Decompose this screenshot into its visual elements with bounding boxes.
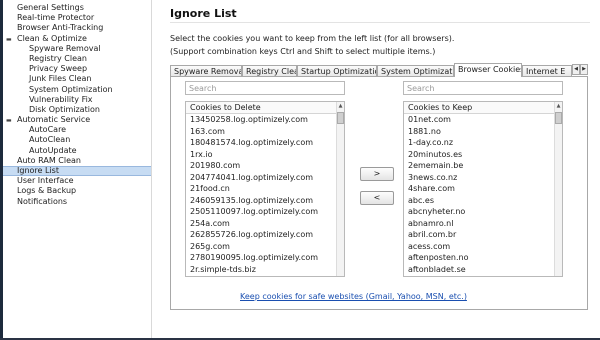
cookies-to-delete-list[interactable]: Cookies to Delete 13450258.log.optimizel…	[185, 101, 345, 277]
keep-list-search-input[interactable]	[403, 81, 563, 95]
tab-scroll-right-icon[interactable]: ▶	[580, 64, 588, 75]
list-header: Cookies to Delete	[186, 102, 344, 114]
sidebar-item-label: AutoUpdate	[29, 145, 77, 155]
cookies-to-keep-list[interactable]: Cookies to Keep 01net.com 1881.no 1-day.co…	[403, 101, 563, 277]
cookie-list-item[interactable]: 3news.co.nz	[404, 172, 562, 184]
sidebar-item-automatic-service[interactable]: ▬ Automatic Service	[3, 115, 151, 125]
cookie-list-item[interactable]: 1rx.io	[186, 149, 344, 161]
sidebar-item-clean-optimize[interactable]: ▬ Clean & Optimize	[3, 34, 151, 44]
sidebar-item-label: Automatic Service	[17, 115, 91, 125]
cookie-list-item[interactable]: 204774041.log.optimizely.com	[186, 172, 344, 184]
sidebar-item-disk-optimization[interactable]: Disk Optimization	[3, 105, 151, 115]
sidebar-item-label: AutoCare	[29, 125, 67, 135]
cookie-list-item[interactable]: 265g.com	[186, 241, 344, 253]
sidebar-item-autocare[interactable]: AutoCare	[3, 125, 151, 135]
scroll-thumb[interactable]	[337, 112, 344, 124]
sidebar-item-autoupdate[interactable]: AutoUpdate	[3, 146, 151, 156]
sidebar-item-logs-backup[interactable]: Logs & Backup	[3, 186, 151, 196]
cookie-list-item[interactable]: abnamro.nl	[404, 218, 562, 230]
sidebar-item-label: General Settings	[17, 3, 84, 12]
sidebar-item-label: AutoClean	[29, 135, 71, 145]
cookie-list-item[interactable]: 1881.no	[404, 126, 562, 138]
list-header: Cookies to Keep	[404, 102, 562, 114]
main-content: Ignore List Select the cookies you want …	[152, 0, 600, 338]
cookie-list-item[interactable]: 262855726.log.optimizely.com	[186, 229, 344, 241]
delete-list-scrollbar[interactable]: ▲	[336, 102, 344, 276]
description-line: Select the cookies you want to keep from…	[170, 34, 455, 43]
cookie-list-item[interactable]: 180481574.log.optimizely.com	[186, 137, 344, 149]
sidebar-item-label: User Interface	[17, 176, 74, 186]
keep-list-scrollbar[interactable]: ▲	[554, 102, 562, 276]
sidebar-item-label: Clean & Optimize	[17, 33, 87, 43]
description-line: (Support combination keys Ctrl and Shift…	[170, 47, 436, 56]
cookie-list-item[interactable]: 1-day.co.nz	[404, 137, 562, 149]
cookie-list-item[interactable]: 4share.com	[404, 183, 562, 195]
sidebar-item-registry-clean[interactable]: Registry Clean	[3, 54, 151, 64]
sidebar-item-label: Notifications	[17, 196, 68, 206]
page-description: Select the cookies you want to keep from…	[170, 32, 454, 58]
sidebar-item-label: Junk Files Clean	[29, 74, 92, 84]
sidebar-item-label: Real-time Protector	[17, 13, 95, 23]
sidebar-item-label: Vulnerability Fix	[29, 94, 93, 104]
cookie-items: 01net.com 1881.no 1-day.co.nz 20minutos.es 2…	[404, 114, 562, 275]
cookie-list-item[interactable]: 13450258.log.optimizely.com	[186, 114, 344, 126]
sidebar-item-label: Disk Optimization	[29, 104, 100, 114]
cookie-list-item[interactable]: 2ememain.be	[404, 160, 562, 172]
delete-list-search-input[interactable]	[185, 81, 345, 95]
cookie-list-item[interactable]: 2780190095.log.optimizely.com	[186, 252, 344, 264]
cookie-list-item[interactable]: aftenposten.no	[404, 252, 562, 264]
cookie-list-item[interactable]: 2r.simple-tds.biz	[186, 264, 344, 276]
sidebar-item-label: Privacy Sweep	[29, 64, 88, 74]
sidebar-item-label: Browser Anti-Tracking	[17, 23, 104, 33]
cookie-list-item[interactable]: 2505110097.log.optimizely.com	[186, 206, 344, 218]
tab-scroll-left-icon[interactable]: ◀	[572, 64, 580, 75]
sidebar-item-system-optimization[interactable]: System Optimization	[3, 85, 151, 95]
cookie-list-item[interactable]: aftonbladet.se	[404, 264, 562, 276]
cookie-list-item[interactable]: 163.com	[186, 126, 344, 138]
sidebar-item-autoclean[interactable]: AutoClean	[3, 135, 151, 145]
sidebar-item-label: System Optimization	[29, 84, 113, 94]
tab-browser-cookies[interactable]: Browser Cookies	[454, 63, 522, 77]
cookie-list-item[interactable]: 01net.com	[404, 114, 562, 126]
ignore-list-tabs: Spyware Removal Registry Clean Startup O…	[170, 63, 588, 77]
scroll-up-icon[interactable]: ▲	[555, 102, 562, 110]
cookie-list-item[interactable]: abril.com.br	[404, 229, 562, 241]
sidebar-item-general-settings[interactable]: General Settings	[3, 3, 151, 13]
cookie-list-item[interactable]: 254a.com	[186, 218, 344, 230]
move-to-delete-button[interactable]: <	[360, 191, 394, 205]
cookie-list-item[interactable]: 246059135.log.optimizely.com	[186, 195, 344, 207]
cookie-list-item[interactable]: abcnyheter.no	[404, 206, 562, 218]
page-title: Ignore List	[170, 7, 237, 20]
sidebar-item-vulnerability-fix[interactable]: Vulnerability Fix	[3, 95, 151, 105]
sidebar-item-spyware-removal[interactable]: Spyware Removal	[3, 44, 151, 54]
settings-tree: General Settings Real-time Protector Bro…	[3, 0, 151, 207]
keep-safe-cookies-link[interactable]: Keep cookies for safe websites (Gmail, Y…	[240, 292, 467, 301]
sidebar-item-notifications[interactable]: Notifications	[3, 197, 151, 207]
move-to-keep-button[interactable]: >	[360, 167, 394, 181]
cookie-list-item[interactable]: 21food.cn	[186, 183, 344, 195]
sidebar-item-label: Ignore List	[17, 166, 59, 175]
cookie-list-item[interactable]: abc.es	[404, 195, 562, 207]
sidebar-item-label: Logs & Backup	[17, 186, 77, 196]
tab-scroll-arrows: ◀ ▶	[572, 64, 588, 75]
browser-cookies-panel: Cookies to Delete 13450258.log.optimizel…	[170, 76, 588, 310]
sidebar-item-junk-files-clean[interactable]: Junk Files Clean	[3, 74, 151, 84]
title-divider	[170, 22, 590, 23]
scroll-up-icon[interactable]: ▲	[337, 102, 344, 110]
scroll-thumb[interactable]	[555, 112, 562, 124]
cookie-list-item[interactable]: acess.com	[404, 241, 562, 253]
cookie-items: 13450258.log.optimizely.com 163.com 180481…	[186, 114, 344, 275]
sidebar-item-browser-anti-tracking[interactable]: Browser Anti-Tracking	[3, 23, 151, 33]
sidebar-item-label: Auto RAM Clean	[17, 155, 81, 165]
cookie-list-item[interactable]: 201980.com	[186, 160, 344, 172]
sidebar-item-label: Registry Clean	[29, 53, 87, 63]
sidebar-item-real-time-protector[interactable]: Real-time Protector	[3, 13, 151, 23]
settings-sidebar: General Settings Real-time Protector Bro…	[3, 0, 152, 338]
sidebar-item-user-interface[interactable]: User Interface	[3, 176, 151, 186]
sidebar-item-privacy-sweep[interactable]: Privacy Sweep	[3, 64, 151, 74]
cookie-list-item[interactable]: 20minutos.es	[404, 149, 562, 161]
sidebar-item-ignore-list[interactable]: Ignore List	[3, 166, 151, 177]
sidebar-item-label: Spyware Removal	[29, 43, 101, 53]
sidebar-item-auto-ram-clean[interactable]: Auto RAM Clean	[3, 156, 151, 166]
